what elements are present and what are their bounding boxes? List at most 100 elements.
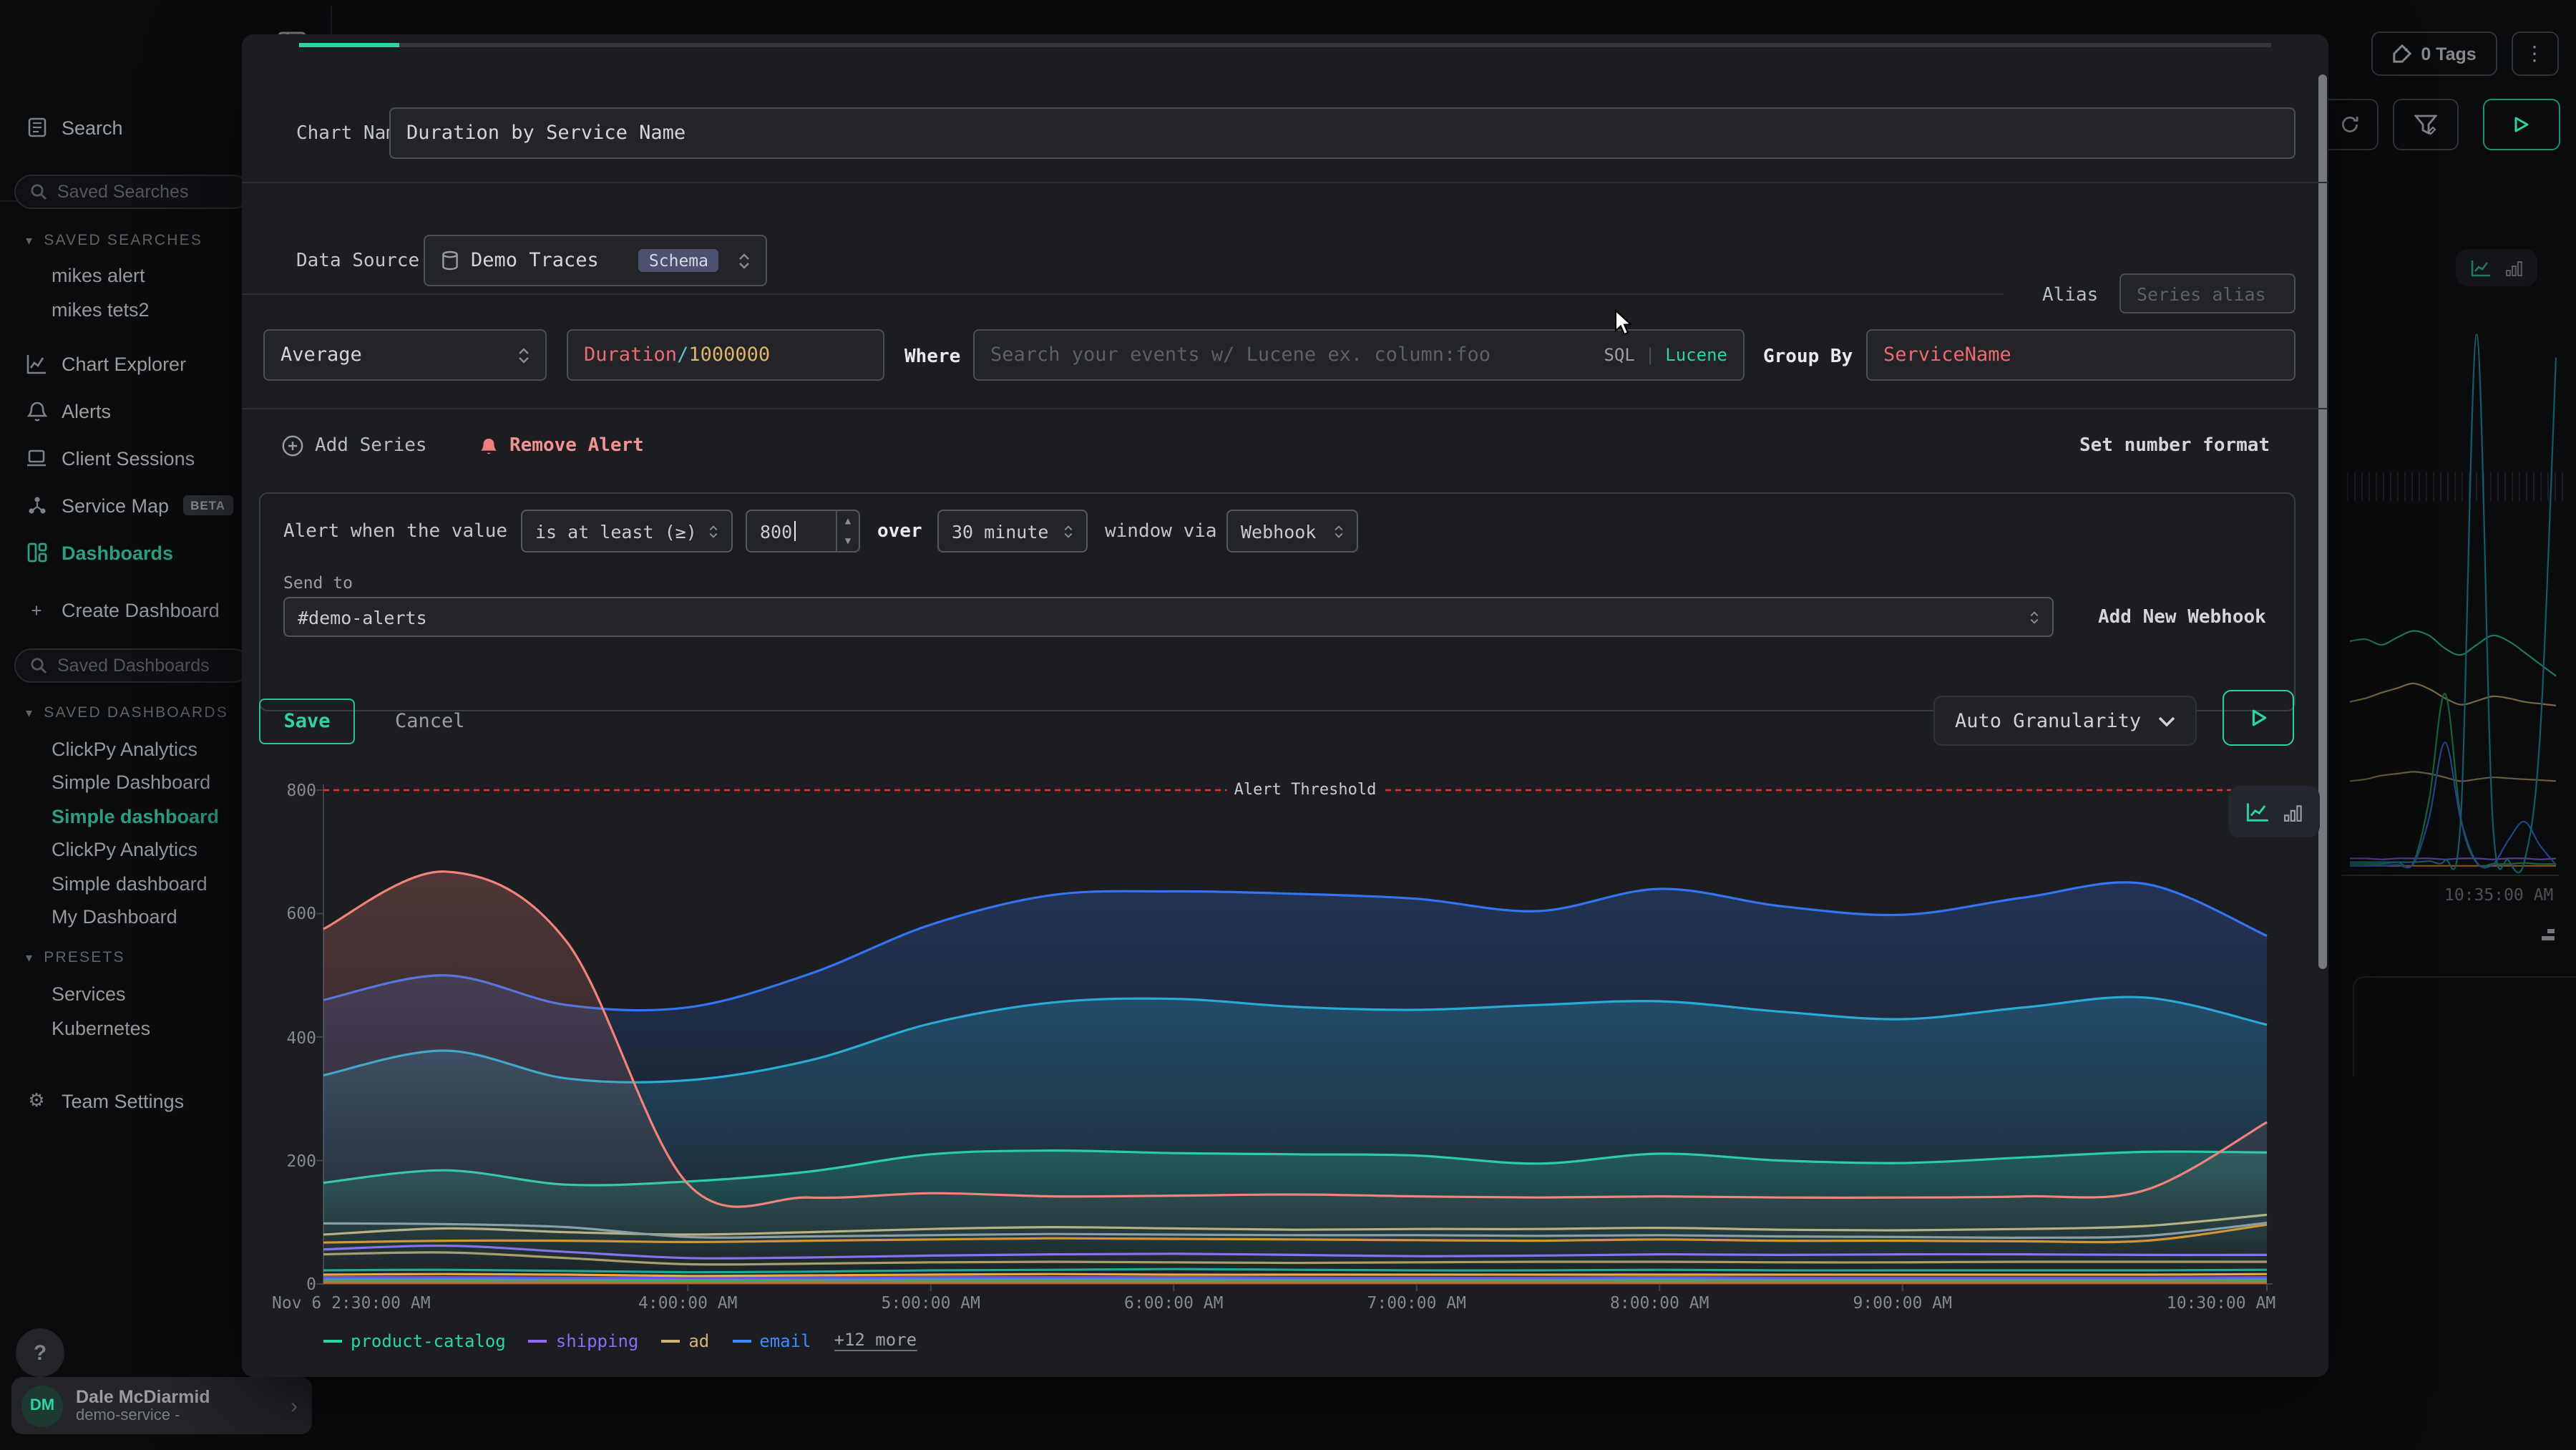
bg-chart-axis bbox=[2341, 875, 2559, 876]
line-chart-icon bbox=[2245, 801, 2270, 822]
saved-dashboard-item[interactable]: My Dashboard bbox=[52, 901, 177, 933]
series-tan bbox=[2350, 683, 2556, 706]
saved-dashboard-item[interactable]: ClickPy Analytics bbox=[52, 733, 197, 764]
avatar: DM bbox=[21, 1385, 63, 1426]
chart-type-toggle-bg[interactable] bbox=[2456, 249, 2537, 286]
preset-item[interactable]: Kubernetes bbox=[52, 1012, 150, 1043]
line-chart bbox=[270, 784, 2281, 1321]
sidebar-item-service-map[interactable]: Service Map BETA bbox=[0, 488, 246, 522]
data-source-label: Data Source bbox=[296, 250, 419, 272]
saved-dashboard-item[interactable]: Simple dashboard bbox=[52, 867, 208, 899]
legend-swatch bbox=[529, 1340, 547, 1343]
chart-line-icon bbox=[26, 353, 47, 374]
text-caret bbox=[794, 521, 795, 541]
sidebar-item-chart-explorer[interactable]: Chart Explorer bbox=[0, 346, 246, 381]
bar-chart-icon bbox=[2506, 259, 2523, 276]
group-by-label: Group By bbox=[1763, 346, 1853, 368]
gear-icon: ⚙ bbox=[26, 1090, 47, 1111]
sidebar-item-client-sessions[interactable]: Client Sessions bbox=[0, 441, 246, 475]
alert-threshold-input[interactable]: 800 ▲▼ bbox=[746, 510, 860, 553]
legend-item[interactable]: +12 more bbox=[834, 1330, 917, 1351]
run-chart-button[interactable] bbox=[2223, 690, 2294, 746]
x-tick: 5:00:00 AM bbox=[882, 1293, 981, 1313]
y-tick: 600 bbox=[270, 904, 316, 924]
group-by-input[interactable]: ServiceName bbox=[1866, 329, 2296, 381]
aggregation-select[interactable]: Average bbox=[263, 329, 547, 381]
saved-search-item[interactable]: mikes alert bbox=[52, 259, 145, 291]
sidebar-item-dashboards[interactable]: Dashboards bbox=[0, 535, 246, 570]
modal-divider-3 bbox=[242, 408, 2328, 409]
alias-input[interactable]: Series alias bbox=[2119, 273, 2296, 313]
bell-icon bbox=[26, 400, 47, 422]
tags-button[interactable]: 0 Tags bbox=[2371, 31, 2497, 76]
chart-name-input[interactable]: Duration by Service Name bbox=[389, 107, 2296, 159]
saved-searches-placeholder: Saved Searches bbox=[57, 182, 188, 202]
preset-item[interactable]: Services bbox=[52, 978, 126, 1009]
sidebar-item-search[interactable]: Search bbox=[0, 110, 246, 145]
legend-item[interactable]: email bbox=[732, 1330, 811, 1351]
lucene-option[interactable]: Lucene bbox=[1665, 345, 1727, 365]
saved-search-item[interactable]: mikes tets2 bbox=[52, 293, 150, 325]
alert-window-select[interactable]: 30 minute bbox=[937, 510, 1088, 553]
sql-option[interactable]: SQL bbox=[1604, 345, 1634, 365]
number-stepper[interactable]: ▲▼ bbox=[836, 511, 859, 551]
legend-item[interactable]: product-catalog bbox=[323, 1330, 506, 1351]
y-tick: 800 bbox=[270, 780, 316, 800]
cancel-button[interactable]: Cancel bbox=[384, 699, 477, 744]
tags-label: 0 Tags bbox=[2421, 44, 2476, 64]
saved-dashboard-item[interactable]: Simple dashboard bbox=[52, 800, 219, 832]
granularity-select[interactable]: Auto Granularity bbox=[1933, 696, 2197, 746]
remove-alert-button[interactable]: Remove Alert bbox=[479, 435, 644, 457]
saved-searches-header[interactable]: ▾ SAVED SEARCHES bbox=[26, 232, 203, 249]
legend-item[interactable]: ad bbox=[661, 1330, 709, 1351]
resize-handle-2 bbox=[2547, 929, 2555, 933]
modal-scrollbar[interactable] bbox=[2318, 74, 2327, 969]
saved-dashboards-header[interactable]: ▾ SAVED DASHBOARDS bbox=[26, 704, 228, 721]
alert-config-panel: Alert when the value is at least (≥) 800… bbox=[259, 492, 2296, 711]
alert-channel-select[interactable]: Webhook bbox=[1226, 510, 1358, 553]
background-panel-edge bbox=[2353, 976, 2576, 1076]
add-new-webhook-button[interactable]: Add New Webhook bbox=[2098, 607, 2266, 628]
modal-divider-2 bbox=[242, 293, 2004, 295]
help-button[interactable]: ? bbox=[16, 1328, 64, 1377]
presets-header[interactable]: ▾ PRESETS bbox=[26, 949, 125, 966]
saved-searches-input[interactable]: Saved Searches bbox=[14, 175, 250, 209]
data-source-select[interactable]: Demo Traces Schema bbox=[424, 235, 767, 286]
legend-swatch bbox=[661, 1340, 680, 1343]
modal-divider-1 bbox=[242, 182, 2328, 183]
legend-swatch bbox=[732, 1340, 751, 1343]
user-info: Dale McDiarmid demo-service - bbox=[76, 1387, 210, 1425]
beta-badge: BETA bbox=[183, 495, 233, 515]
laptop-icon bbox=[26, 447, 47, 469]
more-menu-button[interactable]: ⋮ bbox=[2512, 31, 2559, 76]
alert-condition-select[interactable]: is at least (≥) bbox=[521, 510, 733, 553]
series-teal-spike bbox=[2350, 334, 2556, 872]
field-input[interactable]: Duration/1000000 bbox=[567, 329, 884, 381]
user-card[interactable]: DM Dale McDiarmid demo-service - › bbox=[11, 1377, 312, 1434]
sidebar-item-team-settings[interactable]: ⚙ Team Settings bbox=[0, 1084, 246, 1118]
legend-swatch bbox=[323, 1340, 342, 1343]
save-button[interactable]: Save bbox=[259, 699, 355, 744]
saved-dashboard-item[interactable]: ClickPy Analytics bbox=[52, 834, 197, 865]
set-number-format-button[interactable]: Set number format bbox=[2079, 435, 2270, 457]
create-dashboard-button[interactable]: + Create Dashboard bbox=[0, 593, 246, 627]
saved-dashboards-input[interactable]: Saved Dashboards bbox=[14, 648, 250, 683]
add-series-button[interactable]: Add Series bbox=[282, 435, 427, 457]
chart-type-toggle[interactable] bbox=[2228, 786, 2320, 837]
edit-chart-modal: Chart Name Duration by Service Name Data… bbox=[242, 34, 2328, 1377]
service-map-icon bbox=[26, 495, 47, 516]
query-language-toggle[interactable]: SQL | Lucene bbox=[1604, 345, 1727, 365]
bar-chart-icon bbox=[2284, 802, 2303, 821]
background-mini-chart bbox=[2341, 295, 2570, 896]
database-icon bbox=[441, 250, 459, 271]
saved-dashboard-item[interactable]: Simple Dashboard bbox=[52, 767, 210, 798]
sidebar-item-alerts[interactable]: Alerts bbox=[0, 394, 246, 428]
tag-icon bbox=[2392, 44, 2411, 63]
resize-handle[interactable] bbox=[2542, 936, 2555, 940]
chevron-down-icon: ▾ bbox=[26, 233, 34, 248]
send-to-label: Send to bbox=[283, 573, 353, 593]
webhook-select[interactable]: #demo-alerts bbox=[283, 597, 2054, 637]
legend-item[interactable]: shipping bbox=[529, 1330, 639, 1351]
series-blue bbox=[2350, 742, 2556, 867]
alert-prefix: Alert when the value bbox=[283, 521, 507, 542]
